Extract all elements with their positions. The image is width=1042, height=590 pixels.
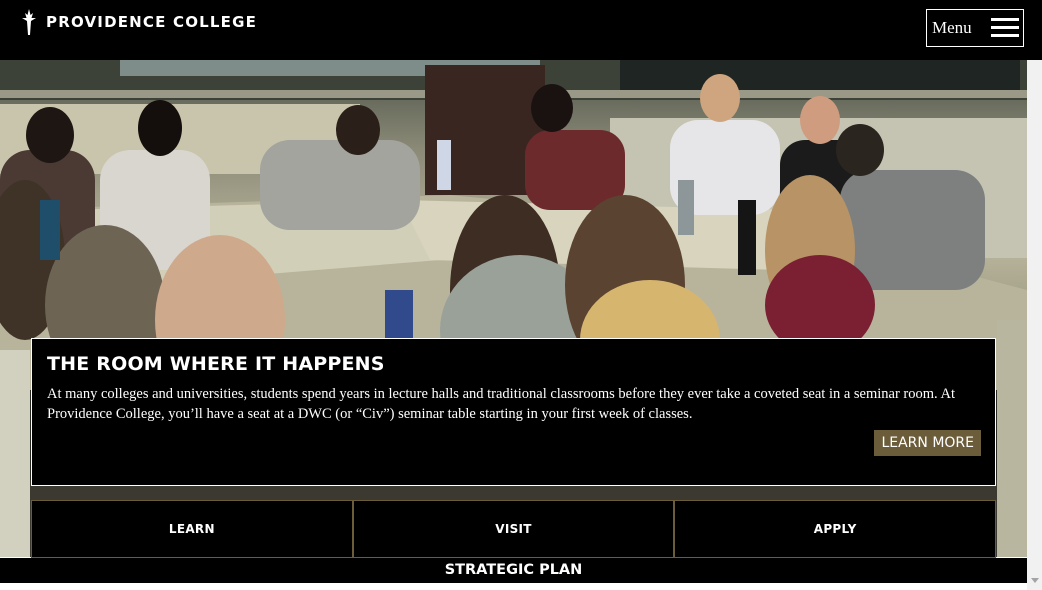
cta-nav: LEARN VISIT APPLY [31,500,997,558]
logo-text: PROVIDENCE COLLEGE [46,13,258,31]
hamburger-icon [991,18,1019,38]
strategic-plan-link[interactable]: STRATEGIC PLAN [0,558,1027,583]
menu-label: Menu [932,18,972,37]
menu-button[interactable]: Menu [926,9,1024,47]
scroll-down-arrow-icon[interactable] [1031,578,1039,583]
apply-button[interactable]: APPLY [674,500,997,558]
logo-flame-icon [22,9,36,35]
feature-description: At many colleges and universities, stude… [47,386,955,422]
site-header: PROVIDENCE COLLEGE Menu [0,0,1042,60]
learn-more-button[interactable]: LEARN MORE [874,430,981,456]
logo[interactable]: PROVIDENCE COLLEGE [20,9,257,35]
feature-panel: THE ROOM WHERE IT HAPPENS At many colleg… [31,338,996,486]
feature-title: THE ROOM WHERE IT HAPPENS [47,353,385,375]
learn-button[interactable]: LEARN [31,500,353,558]
visit-button[interactable]: VISIT [352,500,675,558]
scrollbar[interactable] [1027,60,1042,590]
